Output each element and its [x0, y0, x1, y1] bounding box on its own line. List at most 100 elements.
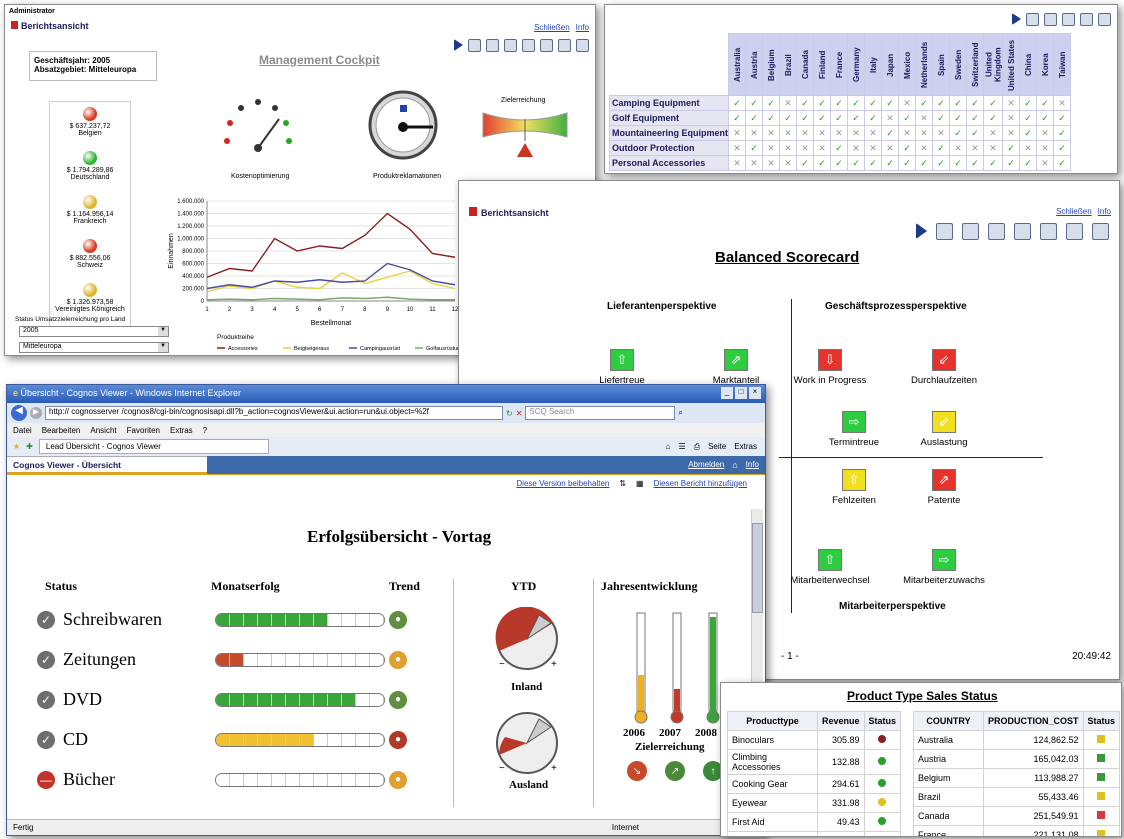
- html-icon[interactable]: [936, 223, 953, 240]
- bar-segment: [286, 693, 300, 706]
- country-header: Japan: [881, 33, 899, 96]
- close-link[interactable]: Schließen: [1056, 207, 1092, 216]
- csv-icon[interactable]: [1040, 223, 1057, 240]
- menu-item[interactable]: Bearbeiten: [42, 426, 81, 435]
- run-button[interactable]: [916, 223, 927, 239]
- kpi-arrow-icon: ⇗: [724, 349, 748, 371]
- info-link[interactable]: Info: [746, 460, 759, 469]
- save-icon[interactable]: [558, 39, 571, 52]
- keep-version-link[interactable]: Diese Version beibehalten: [516, 479, 609, 488]
- bar-segment: [230, 693, 244, 706]
- kpi-item[interactable]: ⇙ Durchlaufzeiten: [889, 349, 999, 386]
- kpi-item[interactable]: ⇙ Auslastung: [889, 411, 999, 448]
- home-icon[interactable]: ⌂: [732, 460, 737, 470]
- search-field[interactable]: SCQ Search: [525, 406, 676, 420]
- email-icon[interactable]: [576, 39, 589, 52]
- home-icon[interactable]: ⌂: [666, 442, 671, 452]
- check-icon: ✓: [830, 95, 848, 111]
- print-icon[interactable]: ⎙: [694, 442, 700, 452]
- check-icon: ✓: [966, 110, 984, 126]
- country-revenue: $ 1.164.956,14: [66, 211, 114, 218]
- x-tick-label: 6: [318, 307, 322, 313]
- country-name: Vereinigtes Königreich: [55, 306, 125, 313]
- tools-menu[interactable]: Extras: [734, 442, 757, 452]
- add-report-link[interactable]: Diesen Bericht hinzufügen: [654, 479, 747, 488]
- check-icon: ✓: [949, 155, 967, 171]
- country-header: China: [1019, 33, 1037, 96]
- refresh-icon[interactable]: ↻: [506, 409, 513, 418]
- cross-icon: ✕: [779, 95, 797, 111]
- check-icon: ✓: [1053, 140, 1071, 156]
- excel-icon[interactable]: [1014, 223, 1031, 240]
- kpi-item[interactable]: ⇗ Patente: [889, 469, 999, 506]
- check-icon: ✓: [37, 690, 55, 709]
- close-button[interactable]: ×: [749, 387, 761, 399]
- revenue-cell: 1,297.57: [817, 831, 865, 836]
- kpi-item[interactable]: ⇨ Mitarbeiterzuwachs: [889, 549, 999, 586]
- menu-item[interactable]: Extras: [170, 426, 193, 435]
- column-header: PRODUCTION_COST: [983, 711, 1084, 731]
- favorites-star-icon[interactable]: ★: [13, 442, 20, 451]
- page-number: - 1 -: [781, 651, 799, 662]
- save-icon[interactable]: [1066, 223, 1083, 240]
- csv-icon[interactable]: [540, 39, 553, 52]
- excel-icon[interactable]: [1080, 13, 1093, 26]
- xml-icon[interactable]: [504, 39, 517, 52]
- cross-icon: ✕: [830, 125, 848, 141]
- xml-icon[interactable]: [1062, 13, 1075, 26]
- csv-icon[interactable]: [1098, 13, 1111, 26]
- area-select[interactable]: Mitteleuropa ▼: [19, 342, 169, 353]
- scroll-thumb[interactable]: [752, 523, 763, 613]
- info-link[interactable]: Info: [1098, 207, 1111, 216]
- year-select[interactable]: 2005 ▼: [19, 326, 169, 337]
- kpi-item[interactable]: ⇧ Liefertreue: [567, 349, 677, 386]
- minimize-button[interactable]: _: [721, 387, 733, 399]
- feeds-icon[interactable]: ☰: [679, 442, 686, 452]
- forward-button[interactable]: ▶: [30, 407, 42, 419]
- email-icon[interactable]: [1092, 223, 1109, 240]
- browser-tab[interactable]: Lead Übersicht - Cognos Viewer: [38, 439, 269, 454]
- kpi-item[interactable]: ⇩ Work in Progress: [775, 349, 885, 386]
- perspective-process: Geschäftsprozessperspektive: [825, 301, 967, 312]
- status-indicator-icon: [1097, 773, 1106, 781]
- kpi-item[interactable]: ⇧ Mitarbeiterwechsel: [775, 549, 885, 586]
- add-favorite-icon[interactable]: ✚: [26, 442, 33, 451]
- excel-icon[interactable]: [522, 39, 535, 52]
- html-icon[interactable]: [468, 39, 481, 52]
- menu-item[interactable]: Favoriten: [127, 426, 160, 435]
- check-icon: ✓: [813, 110, 831, 126]
- url-field[interactable]: http:// cognosserver /cognos8/cgi-bin/co…: [45, 406, 503, 420]
- back-button[interactable]: ◀: [11, 405, 27, 421]
- xml-icon[interactable]: [988, 223, 1005, 240]
- pdf-icon[interactable]: [486, 39, 499, 52]
- bar-segment: [356, 773, 370, 786]
- logout-link[interactable]: Abmelden: [688, 460, 724, 469]
- html-icon[interactable]: [1026, 13, 1039, 26]
- bar-segment: [230, 613, 244, 626]
- menu-item[interactable]: Datei: [13, 426, 32, 435]
- close-link[interactable]: Schließen: [534, 23, 570, 32]
- page-menu[interactable]: Seite: [708, 442, 726, 452]
- cost-gauge-label: Kostenoptimierung: [231, 173, 290, 180]
- kpi-arrow-icon: ⇩: [818, 349, 842, 371]
- check-icon: ✓: [37, 650, 55, 669]
- role-label: Administrator: [9, 8, 55, 15]
- bar-segment: [244, 693, 258, 706]
- matrix-row: Personal Accessories ✕ ✕ ✕ ✕ ✓ ✓ ✓ ✓ ✓ ✓ ✓ ✓ ✓ ✓ ✓ ✓ ✓ ✓ ✕ ✓: [609, 155, 1071, 171]
- run-button[interactable]: [454, 39, 463, 51]
- maximize-button[interactable]: □: [735, 387, 747, 399]
- drill-icon[interactable]: ⇅: [619, 479, 626, 488]
- info-link[interactable]: Info: [576, 23, 589, 32]
- pdf-icon[interactable]: [962, 223, 979, 240]
- pdf-icon[interactable]: [1044, 13, 1057, 26]
- kpi-arrow-icon: ⇨: [932, 549, 956, 571]
- search-icon[interactable]: ⌕: [678, 408, 682, 418]
- menu-item[interactable]: Ansicht: [90, 426, 116, 435]
- stop-icon[interactable]: ✕: [516, 409, 523, 418]
- bar-segment: [258, 613, 272, 626]
- format-icon[interactable]: ▦: [636, 479, 644, 488]
- menu-item[interactable]: ?: [203, 426, 207, 435]
- bar-segment: [258, 653, 272, 666]
- product-label: Personal Accessories: [609, 155, 729, 171]
- run-button[interactable]: [1012, 13, 1021, 25]
